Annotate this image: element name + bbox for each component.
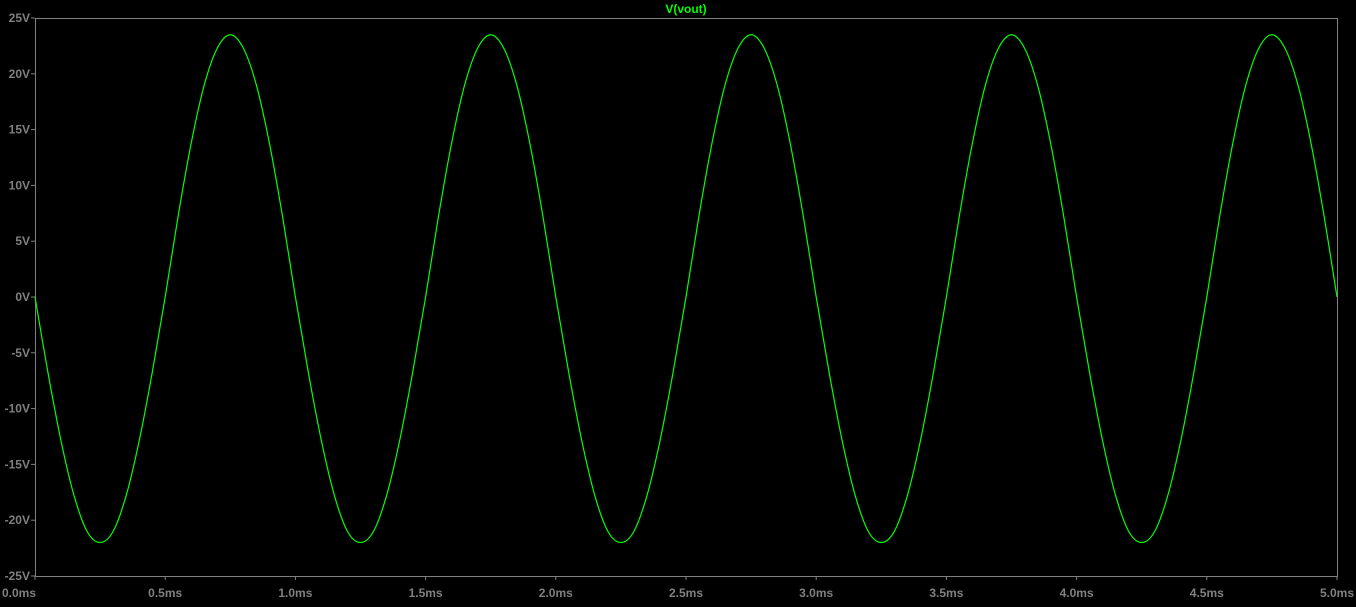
x-tick-label: 0.0ms (2, 586, 36, 600)
trace-vout (34, 34, 1338, 544)
y-tick-label: -5V (11, 346, 30, 360)
y-tick-label: 10V (9, 178, 30, 192)
y-tick-label: -10V (5, 402, 30, 416)
y-tick-label: 20V (9, 67, 30, 81)
y-tick-label: 5V (15, 234, 30, 248)
waveform-plot: V(vout) 25V 20V 15V 10V 5V 0V -5V -10V -15V -20V -… (2, 2, 1354, 600)
x-tick-label: 3.0ms (799, 586, 833, 600)
x-axis: 0.0ms 0.5ms 1.0ms 1.5ms 2.0ms 2.5ms 3.0ms 3.5ms… (2, 576, 1354, 600)
x-tick-label: 4.5ms (1190, 586, 1224, 600)
series-line (34, 34, 1338, 544)
y-tick-label: 25V (9, 11, 30, 25)
plot-title: V(vout) (665, 2, 706, 16)
y-tick-label: -20V (5, 513, 30, 527)
waveform-plot-window: V(vout) 25V 20V 15V 10V 5V 0V -5V -10V -15V -20V -… (0, 0, 1356, 602)
y-tick-label: -15V (5, 457, 30, 471)
x-tick-label: 2.5ms (669, 586, 703, 600)
x-tick-label: 5.0ms (1320, 586, 1354, 600)
y-axis: 25V 20V 15V 10V 5V 0V -5V -10V -15V -20V -25V (5, 11, 35, 583)
x-tick-label: 3.5ms (929, 586, 963, 600)
x-tick-label: 4.0ms (1060, 586, 1094, 600)
y-tick-label: 0V (15, 290, 30, 304)
x-tick-label: 1.0ms (278, 586, 312, 600)
y-tick-label: 15V (9, 123, 30, 137)
y-tick-label: -25V (5, 569, 30, 583)
x-tick-label: 0.5ms (148, 586, 182, 600)
x-tick-label: 2.0ms (539, 586, 573, 600)
x-tick-label: 1.5ms (409, 586, 443, 600)
